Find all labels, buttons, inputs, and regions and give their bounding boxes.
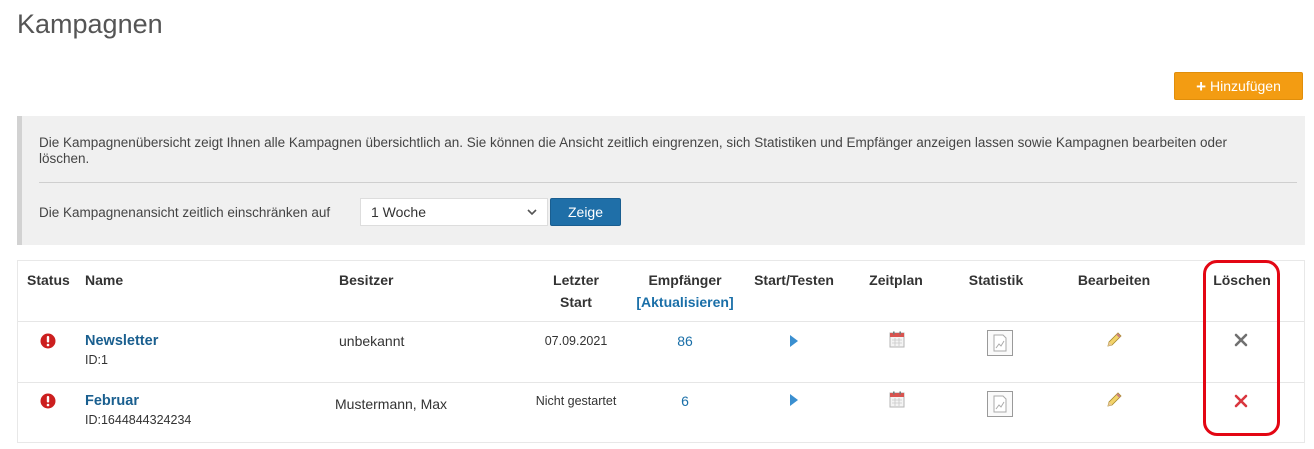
column-header-delete: Löschen <box>1213 272 1271 288</box>
info-description: Die Kampagnenübersicht zeigt Ihnen alle … <box>39 135 1227 166</box>
status-error-icon <box>40 333 56 349</box>
campaign-recipients: 86 <box>626 333 744 349</box>
column-header-recipients: Empfänger [Aktualisieren] <box>626 269 744 313</box>
play-triangle-icon[interactable] <box>789 334 799 348</box>
row-divider <box>18 321 1304 322</box>
column-header-owner: Besitzer <box>339 272 394 288</box>
column-header-edit: Bearbeiten <box>1077 272 1151 288</box>
column-header-start-test: Start/Testen <box>754 272 834 288</box>
chevron-down-icon <box>527 209 537 216</box>
campaign-recipients: 6 <box>626 393 744 409</box>
refresh-recipients-link[interactable]: [Aktualisieren] <box>626 291 744 313</box>
play-triangle-icon[interactable] <box>789 393 799 407</box>
row-divider <box>18 382 1304 383</box>
delete-x-icon[interactable] <box>1233 332 1249 348</box>
campaign-last-start: 07.09.2021 <box>544 334 608 348</box>
timeframe-select[interactable]: 1 Woche <box>360 198 548 226</box>
campaign-id: ID:1 <box>85 353 108 367</box>
campaign-owner: Mustermann, Max <box>335 396 448 412</box>
status-error-icon <box>40 393 56 409</box>
campaign-name-cell: Februar ID:1644844324234 <box>85 392 191 427</box>
campaign-owner: unbekannt <box>339 333 405 349</box>
add-campaign-button[interactable]: + Hinzufügen <box>1174 72 1303 100</box>
add-campaign-label: Hinzufügen <box>1210 78 1281 94</box>
campaign-id: ID:1644844324234 <box>85 413 192 427</box>
timeframe-filter-label: Die Kampagnenansicht zeitlich einschränk… <box>39 205 331 220</box>
plus-icon: + <box>1196 76 1207 96</box>
page-title: Kampagnen <box>17 9 163 39</box>
pencil-icon[interactable] <box>1105 391 1123 409</box>
campaign-name-link[interactable]: Februar <box>85 393 139 409</box>
column-header-recipients-label: Empfänger <box>648 272 722 288</box>
calendar-icon[interactable] <box>889 331 905 348</box>
column-header-schedule: Zeitplan <box>869 272 923 288</box>
statistics-document-icon[interactable] <box>987 330 1013 356</box>
timeframe-select-value: 1 Woche <box>371 204 426 220</box>
column-header-last-start: Letzter Start <box>553 272 599 310</box>
delete-x-icon[interactable] <box>1233 393 1249 409</box>
campaign-table: Status Name Besitzer Letzter Start Empfä… <box>17 260 1305 443</box>
show-button[interactable]: Zeige <box>550 198 621 226</box>
campaign-last-start: Nicht gestartet <box>535 394 617 408</box>
column-header-name: Name <box>85 272 124 288</box>
info-divider <box>39 182 1297 183</box>
calendar-icon[interactable] <box>889 391 905 408</box>
campaign-recipients-link[interactable]: 86 <box>677 333 693 349</box>
statistics-document-icon[interactable] <box>987 391 1013 417</box>
campaign-recipients-link[interactable]: 6 <box>681 393 689 409</box>
pencil-icon[interactable] <box>1105 331 1123 349</box>
info-panel: Die Kampagnenübersicht zeigt Ihnen alle … <box>17 116 1305 245</box>
campaign-name-cell: Newsletter ID:1 <box>85 332 158 367</box>
campaign-name-link[interactable]: Newsletter <box>85 333 158 349</box>
column-header-status: Status <box>27 272 70 288</box>
column-header-statistics: Statistik <box>968 272 1024 288</box>
